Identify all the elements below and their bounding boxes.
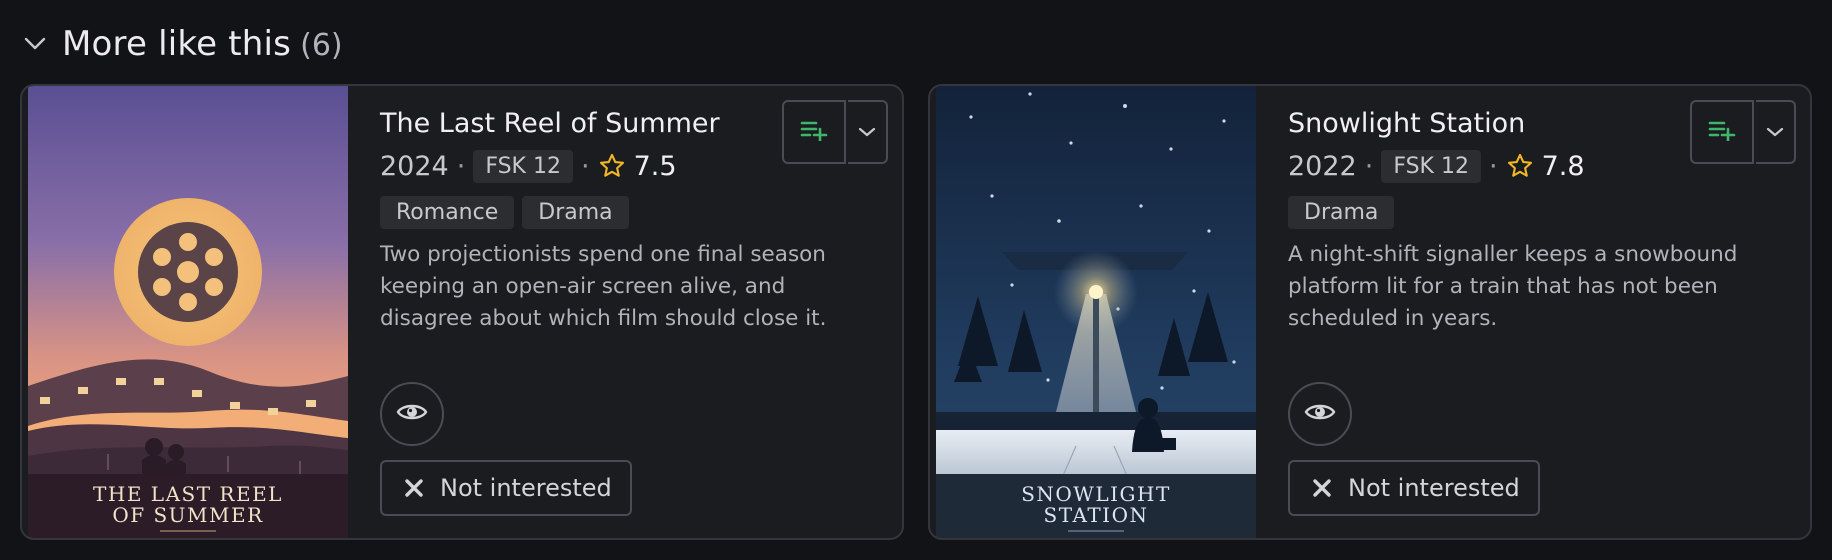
- rating-value: 7.8: [1541, 150, 1585, 182]
- poster-image[interactable]: THE LAST REEL OF SUMMER: [28, 86, 348, 538]
- not-interested-label: Not interested: [1348, 474, 1520, 502]
- eye-icon: [396, 401, 428, 427]
- genre-list: Romance Drama: [380, 196, 882, 229]
- rating: 7.5: [598, 151, 677, 182]
- chevron-down-icon[interactable]: [24, 37, 46, 51]
- close-icon: [1312, 478, 1332, 498]
- separator: ·: [580, 150, 590, 182]
- star-icon: [1506, 152, 1534, 180]
- genre-list: Drama: [1288, 196, 1790, 229]
- not-interested-button[interactable]: Not interested: [380, 460, 632, 516]
- add-to-watchlist-button[interactable]: [782, 100, 846, 164]
- close-icon: [404, 478, 424, 498]
- separator: ·: [456, 150, 466, 182]
- age-rating-badge: FSK 12: [1381, 149, 1481, 183]
- section-count: (6): [300, 28, 343, 63]
- watchlist-options-button[interactable]: [848, 100, 888, 164]
- separator: ·: [1488, 150, 1498, 182]
- genre-tag[interactable]: Drama: [522, 196, 629, 229]
- star-icon: [598, 152, 626, 180]
- section-header[interactable]: More like this (6): [24, 16, 343, 72]
- genre-tag[interactable]: Drama: [1288, 196, 1395, 229]
- poster-title: THE LAST REEL OF SUMMER: [93, 482, 283, 527]
- mark-watched-button[interactable]: [1288, 382, 1352, 446]
- mark-watched-button[interactable]: [380, 382, 444, 446]
- add-to-watchlist-button[interactable]: [1690, 100, 1754, 164]
- watchlist-options-button[interactable]: [1756, 100, 1796, 164]
- watchlist-button-group: [1690, 100, 1796, 164]
- genre-tag[interactable]: Romance: [380, 196, 515, 229]
- chevron-down-icon: [858, 123, 876, 142]
- movie-description: Two projectionists spend one final seaso…: [380, 242, 827, 331]
- watchlist-button-group: [782, 100, 888, 164]
- not-interested-label: Not interested: [440, 474, 612, 502]
- poster-image[interactable]: SNOWLIGHT STATION: [936, 86, 1256, 538]
- eye-icon: [1304, 401, 1336, 427]
- separator: ·: [1364, 150, 1374, 182]
- poster-title: SNOWLIGHT STATION: [1021, 482, 1171, 527]
- age-rating-badge: FSK 12: [473, 149, 573, 183]
- movie-description: A night-shift signaller keeps a snowboun…: [1288, 242, 1738, 331]
- movie-card[interactable]: SNOWLIGHT STATION Snowlight Station 2022…: [928, 84, 1812, 540]
- year: 2022: [1288, 150, 1357, 182]
- playlist-add-icon: [1708, 119, 1736, 145]
- rating-value: 7.5: [633, 150, 677, 182]
- movie-card[interactable]: THE LAST REEL OF SUMMER The Last Reel of…: [20, 84, 904, 540]
- not-interested-button[interactable]: Not interested: [1288, 460, 1540, 516]
- rating: 7.8: [1506, 151, 1585, 182]
- year: 2024: [380, 150, 449, 182]
- chevron-down-icon: [1766, 123, 1784, 142]
- playlist-add-icon: [800, 119, 828, 145]
- section-title: More like this (6): [62, 24, 343, 64]
